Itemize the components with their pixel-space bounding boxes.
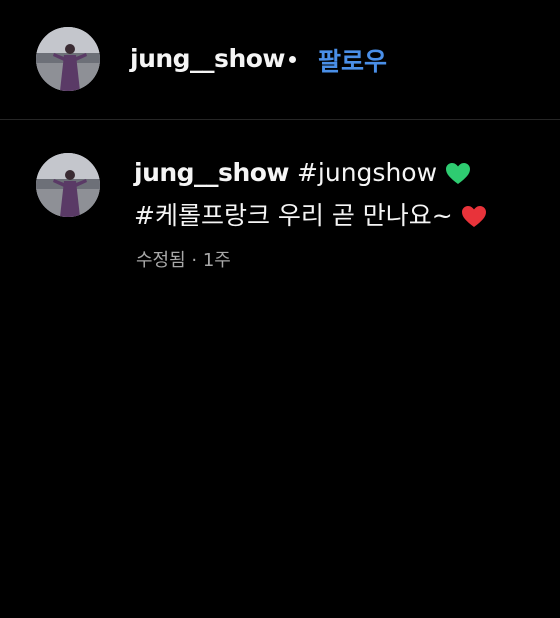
comment-text: 우리 곧 만나요~ bbox=[277, 201, 453, 230]
separator-dot bbox=[289, 56, 296, 63]
comment-meta: 수정됨 · 1주 bbox=[136, 250, 231, 271]
post-header: jung__show 팔로우 bbox=[0, 0, 560, 120]
hashtag-link[interactable]: #케롤프랑크 bbox=[134, 201, 270, 230]
follow-button[interactable]: 팔로우 bbox=[318, 42, 387, 78]
comment-username[interactable]: jung__show bbox=[134, 158, 290, 187]
header-username[interactable]: jung__show bbox=[130, 44, 286, 73]
comment-line-1: jung__show #jungshow bbox=[134, 158, 471, 187]
green-heart-icon bbox=[446, 163, 470, 184]
hashtag-link[interactable]: #jungshow bbox=[297, 158, 437, 187]
avatar[interactable] bbox=[36, 27, 100, 91]
avatar[interactable] bbox=[36, 153, 100, 217]
red-heart-icon bbox=[461, 206, 486, 227]
comment-line-2: #케롤프랑크 우리 곧 만나요~ bbox=[134, 196, 487, 232]
